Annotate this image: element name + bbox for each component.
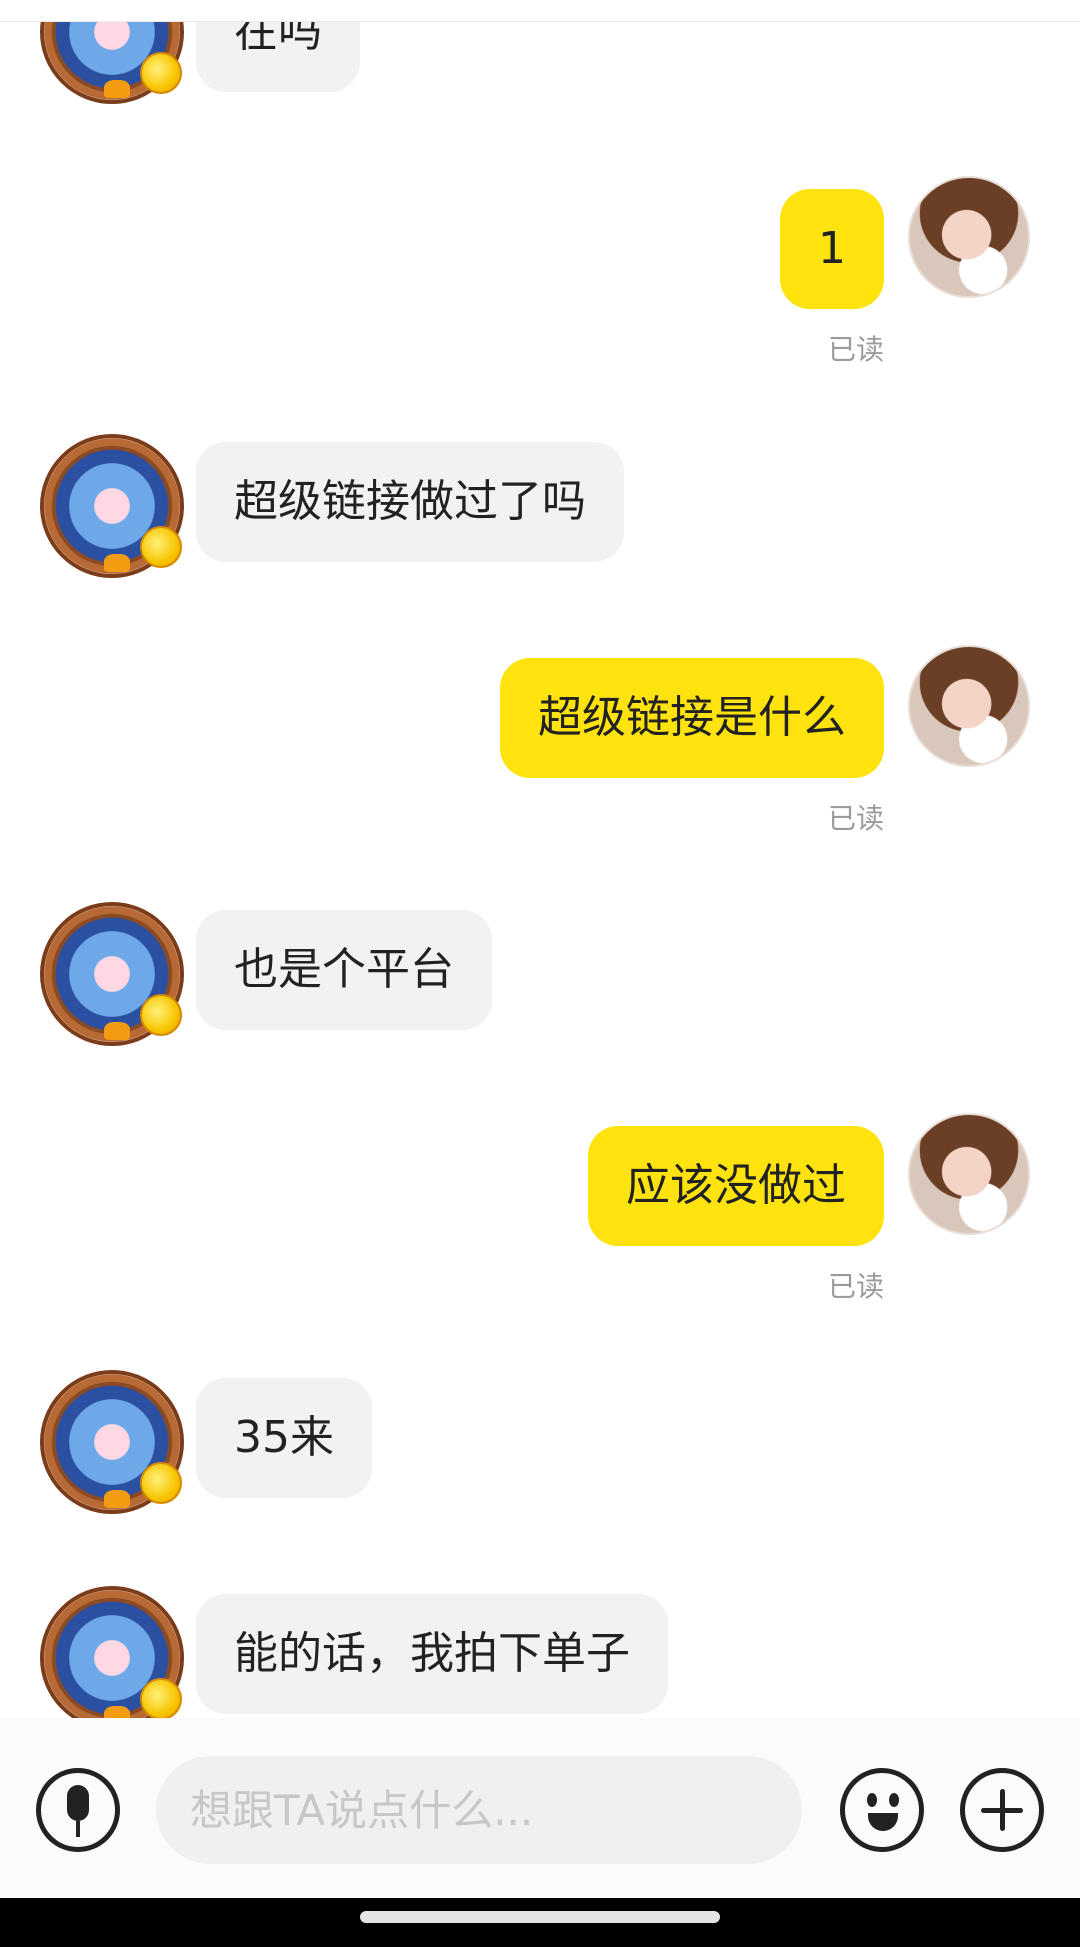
read-status: 已读 (827, 1270, 884, 1303)
peer-avatar[interactable] (40, 434, 184, 578)
peer-message-bubble[interactable]: 35来 (196, 1378, 372, 1498)
plus-icon[interactable] (960, 1768, 1044, 1852)
peer-message-bubble[interactable]: 超级链接做过了吗 (196, 442, 624, 562)
chat-screen: 在吗 1 已读 超级链接做过了吗 超级链接是什么 已读 也是个平台 应该没做过 (0, 0, 1080, 1947)
self-message-bubble[interactable]: 应该没做过 (588, 1126, 884, 1246)
self-avatar[interactable] (908, 645, 1030, 767)
read-status: 已读 (827, 333, 884, 366)
self-message-bubble[interactable]: 1 (780, 189, 884, 309)
message-composer (0, 1718, 1080, 1898)
mic-icon[interactable] (36, 1768, 120, 1852)
self-message-bubble[interactable]: 超级链接是什么 (500, 658, 884, 778)
peer-avatar[interactable] (40, 902, 184, 1046)
self-avatar[interactable] (908, 176, 1030, 298)
peer-avatar[interactable] (40, 1586, 184, 1718)
read-status: 已读 (827, 802, 884, 835)
peer-message-bubble[interactable]: 能的话，我拍下单子 (196, 1594, 668, 1714)
home-indicator[interactable] (360, 1911, 720, 1923)
top-divider (0, 0, 1080, 22)
emoji-icon[interactable] (840, 1768, 924, 1852)
peer-avatar[interactable] (40, 1370, 184, 1514)
self-avatar[interactable] (908, 1113, 1030, 1235)
message-input[interactable] (156, 1756, 802, 1864)
message-list[interactable]: 在吗 1 已读 超级链接做过了吗 超级链接是什么 已读 也是个平台 应该没做过 (0, 0, 1080, 1718)
peer-message-bubble[interactable]: 也是个平台 (196, 910, 492, 1030)
